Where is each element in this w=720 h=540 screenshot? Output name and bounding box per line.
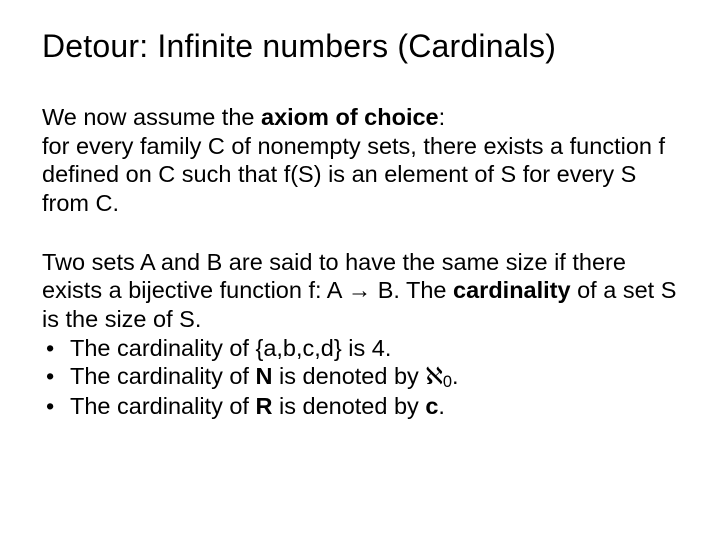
bullet-reals-mid: is denoted by	[272, 393, 425, 419]
bullet-finite-text: The cardinality of {a,b,c,d} is 4.	[70, 335, 391, 361]
text-axiom-bold: axiom of choice	[261, 104, 439, 130]
text-cardinality-bold: cardinality	[453, 277, 571, 303]
slide-title: Detour: Infinite numbers (Cardinals)	[42, 28, 678, 65]
bullet-reals-pre: The cardinality of	[70, 393, 255, 419]
bullet-naturals: The cardinality of N is denoted by ℵ0.	[42, 362, 678, 392]
slide: Detour: Infinite numbers (Cardinals) We …	[0, 0, 720, 540]
slide-body: We now assume the axiom of choice: for e…	[42, 103, 678, 421]
symbol-R: R	[255, 393, 272, 419]
paragraph-cardinality: Two sets A and B are said to have the sa…	[42, 248, 678, 421]
symbol-aleph: ℵ	[425, 363, 443, 389]
symbol-c: c	[425, 393, 438, 419]
text-axiom-body: for every family C of nonempty sets, the…	[42, 133, 665, 216]
bullet-finite-set: The cardinality of {a,b,c,d} is 4.	[42, 334, 678, 363]
bullet-reals: The cardinality of R is denoted by c.	[42, 392, 678, 421]
symbol-N: N	[255, 363, 272, 389]
bullet-naturals-end: .	[452, 363, 459, 389]
paragraph-axiom: We now assume the axiom of choice: for e…	[42, 103, 678, 218]
bullet-naturals-pre: The cardinality of	[70, 363, 255, 389]
bullet-naturals-mid: is denoted by	[272, 363, 425, 389]
bullet-reals-end: .	[438, 393, 445, 419]
text-lead: We now assume the	[42, 104, 261, 130]
symbol-aleph-sub: 0	[443, 373, 452, 391]
text-colon: :	[439, 104, 446, 130]
bullet-list: The cardinality of {a,b,c,d} is 4. The c…	[42, 334, 678, 421]
